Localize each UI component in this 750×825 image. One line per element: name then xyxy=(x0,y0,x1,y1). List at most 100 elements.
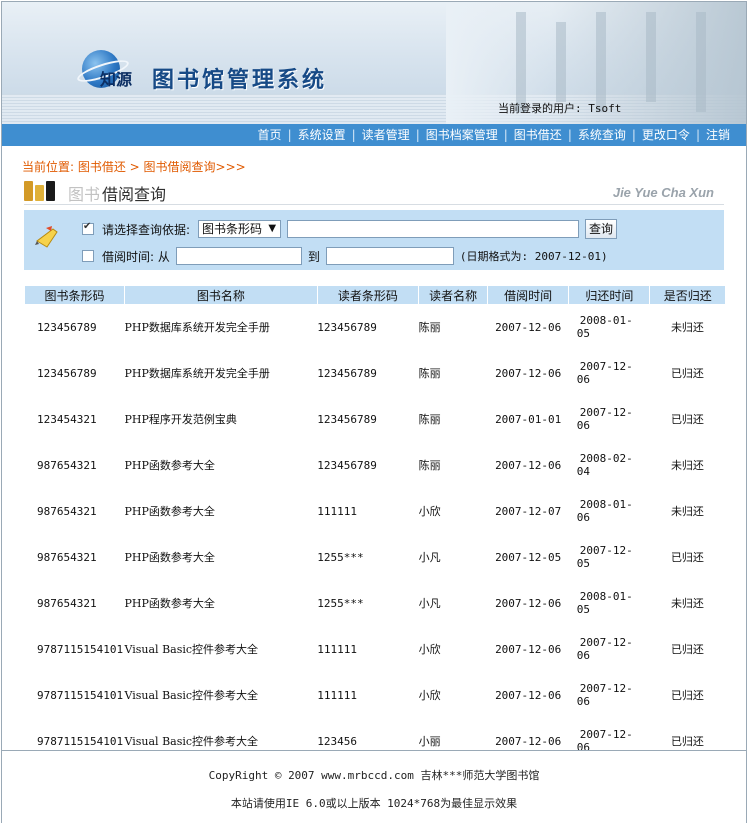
table-row: 987654321 PHP函数参考大全 1255*** 小凡 2007-12-0… xyxy=(25,580,725,626)
criteria-checkbox[interactable] xyxy=(82,221,94,235)
query-button[interactable]: 查询 xyxy=(585,219,618,239)
current-user: 当前登录的用户: Tsoft xyxy=(498,102,622,115)
book-barcode-cell: 987654321 xyxy=(37,550,97,564)
section-title-pinyin: Jie Yue Cha Xun xyxy=(612,185,714,200)
return-date-cell: 2007-12- 06 xyxy=(569,396,650,442)
return-status-cell: 已归还 xyxy=(670,551,704,564)
nav-book-archive[interactable]: 图书档案管理 xyxy=(426,127,498,143)
table-row: 987654321 PHP函数参考大全 1255*** 小凡 2007-12-0… xyxy=(25,534,725,580)
nav-reader-management[interactable]: 读者管理 xyxy=(362,127,410,143)
criteria-label: 请选择查询依据: xyxy=(102,222,191,237)
return-status-cell: 已归还 xyxy=(670,413,704,426)
borrow-date-cell: 2007-12-06 xyxy=(495,596,562,610)
nav-separator: | xyxy=(351,128,356,142)
nav-home[interactable]: 首页 xyxy=(258,127,282,143)
return-date-day: 05 xyxy=(576,557,590,570)
query-panel: 请选择查询依据: 图书条形码 ▼ 查询 借阅时间: 从 到 (日期格式为: 20… xyxy=(24,210,724,270)
date-from-input[interactable] xyxy=(175,247,302,265)
borrow-records-table: 图书条形码 图书名称 读者条形码 读者名称 借阅时间 归还时间 是否归还 123… xyxy=(25,286,725,764)
book-name-link[interactable]: PHP函数参考大全 xyxy=(125,442,318,488)
book-name-link[interactable]: PHP函数参考大全 xyxy=(125,534,318,580)
table-row: 9787115154101 Visual Basic控件参考大全 111111 … xyxy=(25,672,725,718)
date-from-label: 借阅时间: 从 xyxy=(102,249,170,264)
nav-system-query[interactable]: 系统查询 xyxy=(578,127,626,143)
return-status-cell: 未归还 xyxy=(670,597,704,610)
nav-separator: | xyxy=(415,128,420,142)
copyright-text: CopyRight © 2007 www.mrbccd.com 吉林***师范大… xyxy=(208,769,540,782)
header-banner: 知源 图书馆管理系统 当前登录的用户: Tsoft xyxy=(2,2,746,124)
return-date-year-month: 2007-12- xyxy=(579,728,633,741)
table-row: 987654321 PHP函数参考大全 111111 小欣 2007-12-07… xyxy=(25,488,725,534)
return-date-cell: 2008-01- 05 xyxy=(569,580,650,626)
book-name-link[interactable]: Visual Basic控件参考大全 xyxy=(125,672,318,718)
date-checkbox[interactable] xyxy=(82,250,94,262)
shelf-decoration xyxy=(556,22,566,102)
column-header: 读者条形码 xyxy=(317,286,420,304)
main-nav: 首页 | 系统设置 | 读者管理 | 图书档案管理 | 图书借还 | 系统查询 … xyxy=(2,124,746,146)
criteria-select[interactable]: 图书条形码 ▼ xyxy=(198,220,282,238)
return-date-day: 06 xyxy=(576,649,590,662)
book-name-link[interactable]: PHP函数参考大全 xyxy=(125,580,318,626)
nav-separator: | xyxy=(503,128,508,142)
return-date-year-month: 2007-12- xyxy=(579,406,633,419)
return-date-year-month: 2007-12- xyxy=(579,360,633,373)
reader-barcode-cell: 123456789 xyxy=(317,412,377,426)
return-date-year-month: 2008-01- xyxy=(579,498,633,511)
reader-name-cell: 陈丽 xyxy=(418,459,441,472)
section-title-prefix: 图书 xyxy=(68,185,101,204)
book-barcode-cell: 987654321 xyxy=(37,596,97,610)
return-date-day: 06 xyxy=(576,695,590,708)
reader-barcode-cell: 111111 xyxy=(317,504,357,518)
criteria-input[interactable] xyxy=(287,220,580,238)
nav-change-password[interactable]: 更改口令 xyxy=(642,127,690,143)
table-row: 987654321 PHP函数参考大全 123456789 陈丽 2007-12… xyxy=(25,442,725,488)
section-title: 借阅查询 xyxy=(102,185,167,204)
logo: 知源 xyxy=(82,50,152,90)
table-row: 123456789 PHP数据库系统开发完全手册 123456789 陈丽 20… xyxy=(25,350,725,396)
book-barcode-cell: 9787115154101 xyxy=(37,642,124,656)
borrow-date-cell: 2007-01-01 xyxy=(495,412,562,426)
book-name-link[interactable]: PHP数据库系统开发完全手册 xyxy=(125,350,318,396)
borrow-date-cell: 2007-12-07 xyxy=(495,504,562,518)
nav-borrow-return[interactable]: 图书借还 xyxy=(514,127,562,143)
book-barcode-cell: 987654321 xyxy=(37,458,97,472)
nav-separator: | xyxy=(287,128,292,142)
footer: CopyRight © 2007 www.mrbccd.com 吉林***师范大… xyxy=(2,750,746,823)
nav-separator: | xyxy=(631,128,636,142)
book-barcode-cell: 987654321 xyxy=(37,504,97,518)
nav-system-settings[interactable]: 系统设置 xyxy=(298,127,346,143)
reader-barcode-cell: 1255*** xyxy=(317,596,364,610)
table-header-row: 图书条形码 图书名称 读者条形码 读者名称 借阅时间 归还时间 是否归还 xyxy=(25,286,725,304)
return-date-day: 06 xyxy=(576,419,590,432)
column-header: 是否归还 xyxy=(649,286,725,304)
book-name-link[interactable]: Visual Basic控件参考大全 xyxy=(125,626,318,672)
nav-separator: | xyxy=(567,128,572,142)
browser-note: 本站请使用IE 6.0或以上版本 1024*768为最佳显示效果 xyxy=(230,797,518,810)
column-header: 图书条形码 xyxy=(25,286,125,304)
borrow-date-cell: 2007-12-06 xyxy=(495,642,562,656)
book-name-link[interactable]: PHP数据库系统开发完全手册 xyxy=(125,304,318,350)
return-date-year-month: 2007-12- xyxy=(579,682,633,695)
book-name-link[interactable]: PHP程序开发范例宝典 xyxy=(125,396,318,442)
reader-barcode-cell: 1255*** xyxy=(317,550,364,564)
book-barcode-cell: 9787115154101 xyxy=(37,688,124,702)
book-barcode-cell: 123454321 xyxy=(37,412,97,426)
breadcrumb: 当前位置: 图书借还 > 图书借阅查询>>> xyxy=(22,160,246,174)
reader-name-cell: 陈丽 xyxy=(418,321,441,334)
book-name-link[interactable]: PHP函数参考大全 xyxy=(125,488,318,534)
return-date-day: 04 xyxy=(576,465,590,478)
table-row: 9787115154101 Visual Basic控件参考大全 111111 … xyxy=(25,626,725,672)
column-header: 读者名称 xyxy=(418,286,489,304)
table-row: 123456789 PHP数据库系统开发完全手册 123456789 陈丽 20… xyxy=(25,304,725,350)
reader-name-cell: 小欣 xyxy=(418,505,441,518)
return-date-cell: 2007-12- 06 xyxy=(569,350,650,396)
return-status-cell: 已归还 xyxy=(670,643,704,656)
reader-name-cell: 小凡 xyxy=(418,597,441,610)
column-header: 借阅时间 xyxy=(487,286,570,304)
date-to-input[interactable] xyxy=(325,247,454,265)
page-frame: 知源 图书馆管理系统 当前登录的用户: Tsoft 首页 | 系统设置 | 读者… xyxy=(1,1,747,823)
date-format-hint: (日期格式为: 2007-12-01) xyxy=(459,250,608,263)
return-status-cell: 已归还 xyxy=(670,689,704,702)
date-to-label: 到 xyxy=(307,249,320,264)
nav-logout[interactable]: 注销 xyxy=(706,127,730,143)
